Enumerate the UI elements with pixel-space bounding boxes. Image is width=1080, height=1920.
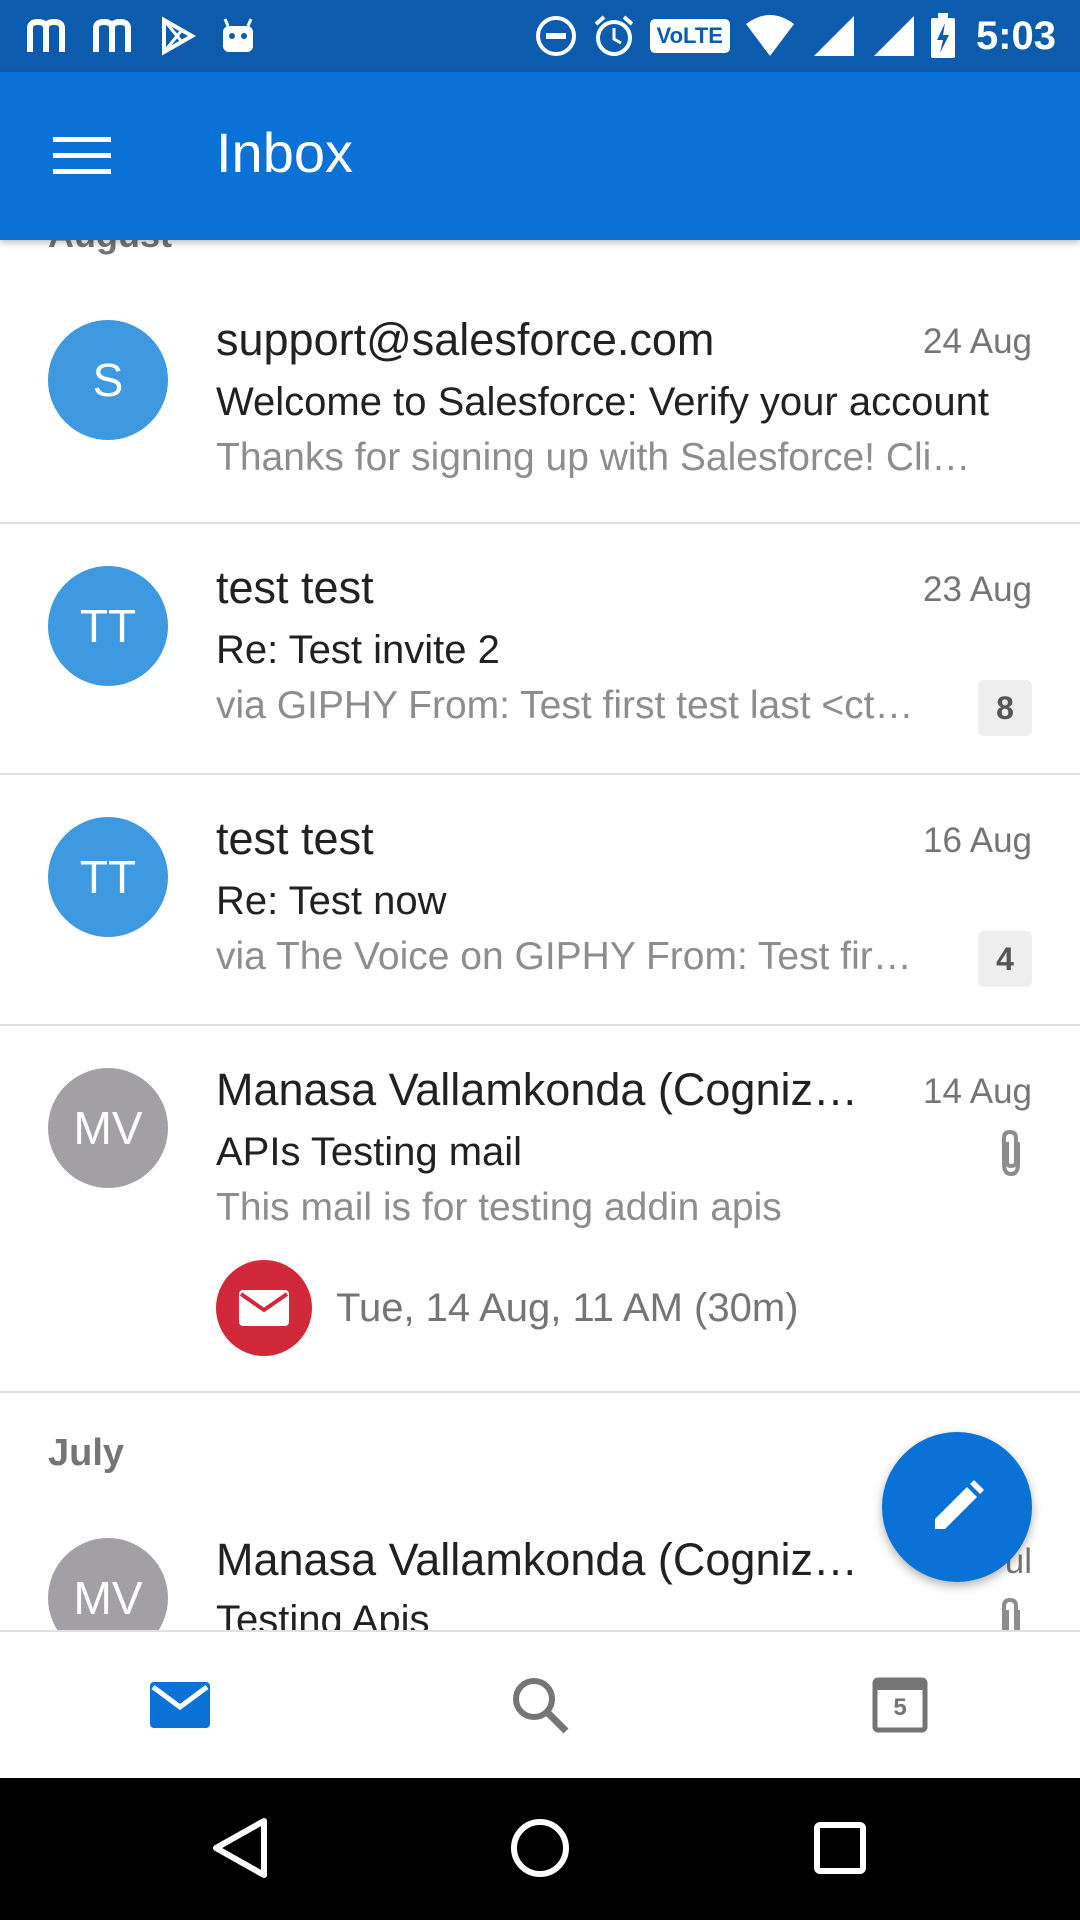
email-sender: Manasa Vallamkonda (Cogniz…	[216, 1534, 858, 1585]
app-bar: Inbox	[0, 72, 1080, 240]
avatar: MV	[48, 1068, 168, 1188]
email-subject: APIs Testing mail	[216, 1130, 523, 1174]
attachment-icon	[1002, 1597, 1020, 1630]
attachment-icon	[1002, 1129, 1020, 1177]
email-sender: support@salesforce.com	[216, 314, 715, 365]
email-date: 23 Aug	[923, 570, 1032, 609]
signal-icon	[873, 16, 914, 56]
email-preview: This mail is for testing addin apis	[216, 1186, 782, 1229]
system-navigation-bar	[0, 1776, 1080, 1920]
event-badge[interactable]	[216, 1260, 312, 1356]
search-icon	[513, 1678, 569, 1734]
back-button[interactable]	[198, 1806, 282, 1890]
play-store-icon	[162, 16, 197, 56]
wifi-icon	[745, 15, 794, 56]
mail-icon	[150, 1682, 210, 1728]
thread-count-badge: 4	[978, 931, 1032, 987]
email-row[interactable]: TT test test 16 Aug Re: Test now via The…	[0, 775, 1080, 1026]
battery-charging-icon	[930, 13, 955, 58]
email-row[interactable]: S support@salesforce.com 24 Aug Welcome …	[0, 240, 1080, 524]
email-preview: via The Voice on GIPHY From: Test fir…	[216, 935, 912, 978]
email-date: 16 Aug	[923, 821, 1032, 860]
signal-icon	[813, 16, 854, 56]
email-row[interactable]: MV Manasa Vallamkonda (Cogniz… 14 Aug AP…	[0, 1026, 1080, 1393]
dnd-icon	[535, 16, 576, 56]
email-subject: Welcome to Salesforce: Verify your accou…	[216, 380, 989, 424]
hamburger-menu-icon	[53, 137, 111, 174]
page-title: Inbox	[216, 121, 353, 184]
email-date: 14 Aug	[923, 1072, 1032, 1111]
avatar: TT	[48, 817, 168, 937]
alarm-icon	[594, 15, 633, 56]
email-sender: test test	[216, 562, 374, 613]
nav-search[interactable]	[495, 1660, 585, 1750]
status-bar: VoLTE 5:03	[0, 0, 1080, 72]
email-subject: Testing Apis	[216, 1598, 430, 1630]
recents-button[interactable]	[798, 1806, 882, 1890]
calendar-day: 5	[893, 1694, 907, 1721]
avatar: TT	[48, 566, 168, 686]
bottom-navigation: 5	[0, 1630, 1080, 1778]
pencil-compose-icon	[935, 1480, 984, 1529]
android-icon	[223, 18, 253, 52]
mail-icon	[239, 1290, 289, 1326]
email-list[interactable]: August S support@salesforce.com 24 Aug W…	[0, 240, 1080, 1630]
nav-calendar[interactable]: 5	[855, 1660, 945, 1750]
home-button[interactable]	[498, 1806, 582, 1890]
avatar: MV	[48, 1538, 168, 1630]
nav-mail[interactable]	[135, 1660, 225, 1750]
email-subject: Re: Test invite 2	[216, 628, 500, 672]
compose-button[interactable]	[882, 1432, 1032, 1582]
recents-icon	[814, 1822, 866, 1874]
section-header: July	[48, 1432, 125, 1474]
email-preview: via GIPHY From: Test first test last <ct…	[216, 684, 914, 727]
email-sender: Manasa Vallamkonda (Cogniz…	[216, 1064, 858, 1115]
clock: 5:03	[975, 13, 1056, 58]
email-row[interactable]: TT test test 23 Aug Re: Test invite 2 vi…	[0, 524, 1080, 775]
avatar: S	[48, 320, 168, 440]
email-preview: Thanks for signing up with Salesforce! C…	[216, 436, 971, 479]
email-subject: Re: Test now	[216, 879, 447, 923]
volte-icon: VoLTE	[649, 19, 730, 53]
email-date: 24 Aug	[923, 322, 1032, 361]
m-icon	[27, 18, 65, 52]
m-icon	[93, 18, 131, 52]
thread-count-badge: 8	[978, 680, 1032, 736]
event-time: Tue, 14 Aug, 11 AM (30m)	[336, 1286, 799, 1330]
email-sender: test test	[216, 813, 374, 864]
back-icon	[213, 1818, 267, 1878]
home-icon	[511, 1819, 569, 1877]
menu-button[interactable]	[40, 116, 124, 196]
